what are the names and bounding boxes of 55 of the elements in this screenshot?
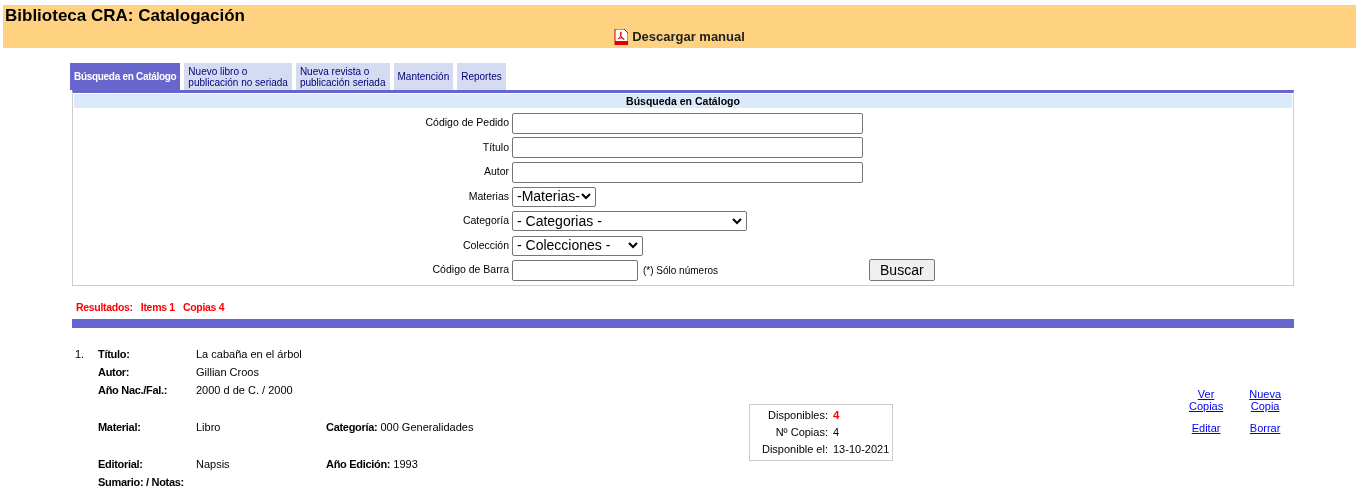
tab[interactable]: Nueva revista o publicación seriada xyxy=(295,63,390,90)
items-count: Items 1 xyxy=(140,299,175,315)
field-label: Materias xyxy=(467,188,510,204)
tab[interactable]: Búsqueda en Catálogo xyxy=(70,63,181,90)
field-label: Colección xyxy=(461,237,510,253)
availability-label: Nº Copias: xyxy=(774,425,829,441)
tab[interactable]: Nuevo libro o publicación no seriada xyxy=(184,63,292,90)
availability-value: 4 xyxy=(833,425,840,441)
input-field[interactable] xyxy=(512,137,863,159)
availability-value: 4 xyxy=(833,408,840,424)
input-field[interactable] xyxy=(512,259,638,281)
field-label: Editorial: xyxy=(98,457,144,473)
tab[interactable]: Mantención xyxy=(393,63,454,90)
select-field[interactable]: - Colecciones - xyxy=(512,235,643,256)
input-field[interactable] xyxy=(512,112,863,134)
availability-label: Disponibles: xyxy=(767,408,829,424)
chevron-icon xyxy=(628,242,638,250)
availability-label: Disponible el: xyxy=(760,442,829,458)
action-link[interactable]: Ver Copias xyxy=(1188,388,1224,413)
panel-title: Búsqueda en Catálogo xyxy=(74,94,1292,108)
field-label: Código de Barra xyxy=(431,262,510,278)
chevron-icon xyxy=(732,217,742,225)
field-label: Código de Pedido xyxy=(424,115,510,131)
field-label: Categoría xyxy=(461,213,510,229)
field-text: Categoría: 000 Generalidades xyxy=(326,420,474,436)
field-value: 2000 d de C. / 2000 xyxy=(196,383,294,399)
field-label: Autor: xyxy=(98,365,131,381)
field-label: Título xyxy=(481,139,510,155)
select-field[interactable]: -Materias- xyxy=(512,186,596,207)
field-label: Sumario: / Notas: xyxy=(98,475,185,491)
tab[interactable]: Reportes xyxy=(457,63,506,90)
record-number: 1. xyxy=(74,347,86,363)
field-label: Año Nac./Fal.: xyxy=(98,383,169,399)
select-field[interactable]: - Categorias - xyxy=(512,211,747,232)
field-text: Año Edición: 1993 xyxy=(326,457,418,473)
search-button[interactable]: Buscar xyxy=(869,259,935,282)
hint-text: (*) Sólo números xyxy=(643,263,719,278)
chevron-icon xyxy=(581,193,591,201)
availability-value: 13-10-2021 xyxy=(833,442,890,458)
field-value: Napsis xyxy=(196,457,231,473)
download-link[interactable]: Descargar manual xyxy=(614,27,745,47)
field-label: Título: xyxy=(98,347,131,363)
field-label: Autor xyxy=(482,164,510,180)
input-field[interactable] xyxy=(512,161,863,183)
field-value: Libro xyxy=(196,420,222,436)
pdf-icon xyxy=(614,28,629,45)
page-title: Biblioteca CRA: Catalogación xyxy=(4,5,245,26)
action-link[interactable]: Nueva Copia xyxy=(1249,388,1281,413)
action-link[interactable]: Borrar xyxy=(1249,422,1281,435)
field-value: Gillian Croos xyxy=(196,365,260,381)
action-link[interactable]: Editar xyxy=(1191,422,1221,435)
results-label: Resultados: xyxy=(76,299,133,315)
field-value: La cabaña en el árbol xyxy=(196,347,303,363)
copies-count: Copias 4 xyxy=(182,299,225,315)
field-label: Material: xyxy=(98,420,142,436)
